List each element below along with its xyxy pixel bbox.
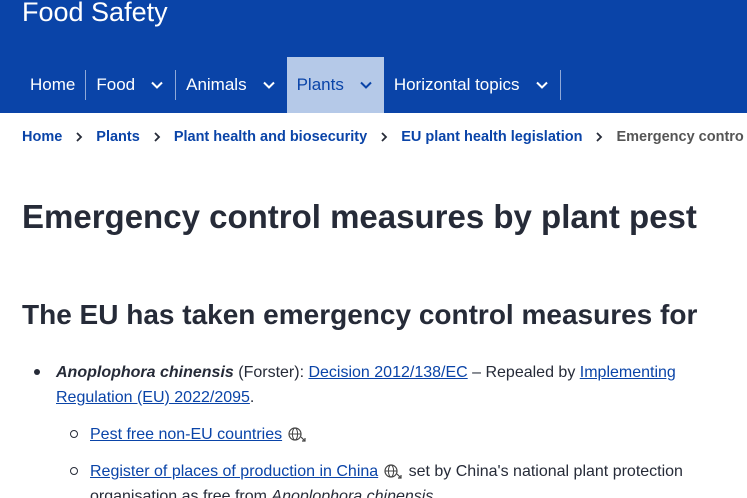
section-heading: The EU has taken emergency control measu… [22, 299, 698, 330]
species-name: Anoplophora chinensis [271, 488, 434, 498]
menu-item-label: Horizontal topics [393, 75, 520, 94]
species-name: Anoplophora chinensis [56, 364, 234, 381]
page-title: Emergency control measures by plant pest [22, 198, 697, 235]
list-item: Pest free non-EU countries [64, 422, 747, 447]
main-menu: Home Food Animals Plants Horizontal topi… [20, 57, 561, 113]
decision-link[interactable]: Decision 2012/138/EC [308, 364, 467, 381]
menu-item-label: Home [30, 75, 76, 94]
sentence-end: . [249, 389, 255, 406]
author-text: (Forster): [233, 364, 309, 381]
chevron-down-icon[interactable] [534, 77, 550, 93]
chevron-down-icon[interactable] [149, 77, 165, 93]
list-item: Register of places of production in Chin… [64, 459, 747, 498]
menu-item-animals[interactable]: Animals [176, 57, 286, 113]
list-item: Anoplophora chinensis (Forster): Decisio… [30, 360, 747, 410]
chevron-right-icon [593, 131, 605, 143]
chevron-down-icon[interactable] [358, 77, 374, 93]
register-places-link[interactable]: Register of places of production in Chin… [90, 463, 378, 480]
menu-item-horizontal-topics[interactable]: Horizontal topics [384, 57, 560, 113]
chevron-right-icon [151, 131, 163, 143]
repealed-text: – Repealed by [467, 364, 580, 381]
menu-separator [559, 70, 561, 100]
site-header: Food Safety Home Food Animals Plants Hor… [0, 0, 747, 113]
globe-external-icon [382, 462, 404, 479]
menu-item-home[interactable]: Home [20, 57, 85, 113]
menu-item-plants[interactable]: Plants [286, 57, 384, 113]
breadcrumb-link-eu-legislation[interactable]: EU plant health legislation [401, 129, 582, 145]
menu-item-label: Animals [186, 75, 247, 94]
breadcrumb-link-plant-health[interactable]: Plant health and biosecurity [174, 129, 367, 145]
globe-external-icon [286, 425, 308, 442]
menu-item-food[interactable]: Food [86, 57, 175, 113]
chevron-right-icon [73, 131, 85, 143]
breadcrumb-link-plants[interactable]: Plants [96, 129, 140, 145]
sub-list: Pest free non-EU countries Register of p… [30, 422, 747, 498]
pest-free-countries-link[interactable]: Pest free non-EU countries [90, 426, 282, 443]
breadcrumb-link-home[interactable]: Home [22, 129, 62, 145]
chevron-down-icon[interactable] [261, 77, 277, 93]
pest-list: Anoplophora chinensis (Forster): Decisio… [30, 360, 747, 498]
menu-item-label: Food [96, 75, 136, 94]
menu-item-label: Plants [296, 75, 344, 94]
chevron-right-icon [378, 131, 390, 143]
site-title[interactable]: Food Safety [22, 0, 168, 28]
breadcrumb-current: Emergency contro [616, 129, 744, 145]
breadcrumb: Home Plants Plant health and biosecurity… [22, 129, 744, 145]
